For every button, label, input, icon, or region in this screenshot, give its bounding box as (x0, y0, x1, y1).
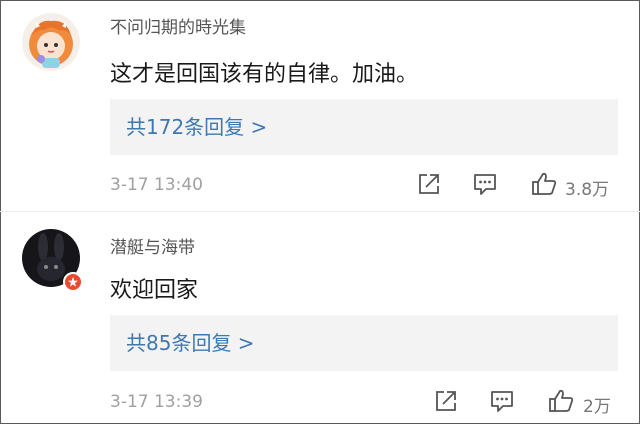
cartoon-girl-avatar-icon (22, 13, 80, 71)
thumbs-up-icon[interactable] (530, 170, 558, 198)
comment-icon[interactable] (488, 387, 516, 415)
view-replies-button[interactable]: 共85条回复 > (110, 315, 618, 371)
like-count: 2万 (583, 397, 611, 417)
timestamp: 3-17 13:40 (110, 175, 203, 195)
username[interactable]: 不问归期的時光集 (110, 13, 246, 38)
timestamp: 3-17 13:39 (110, 392, 203, 412)
share-icon[interactable] (432, 387, 460, 415)
comment-icon[interactable] (471, 170, 499, 198)
view-replies-button[interactable]: 共172条回复 > (110, 99, 618, 155)
username[interactable]: 潜艇与海带 (110, 233, 195, 258)
thumbs-up-icon[interactable] (547, 387, 575, 415)
comment-text: 这才是回国该有的自律。加油。 (110, 62, 419, 87)
comment-text: 欢迎回家 (110, 278, 199, 303)
comment-item: 潜艇与海带 欢迎回家 共85条回复 > 3-17 13:39 2万 (0, 212, 640, 424)
avatar[interactable] (22, 13, 80, 71)
verified-badge-icon (63, 272, 83, 292)
like-count: 3.8万 (565, 180, 610, 200)
comment-item: 不问归期的時光集 这才是回国该有的自律。加油。 共172条回复 > 3-17 1… (0, 0, 640, 211)
share-icon[interactable] (415, 170, 443, 198)
